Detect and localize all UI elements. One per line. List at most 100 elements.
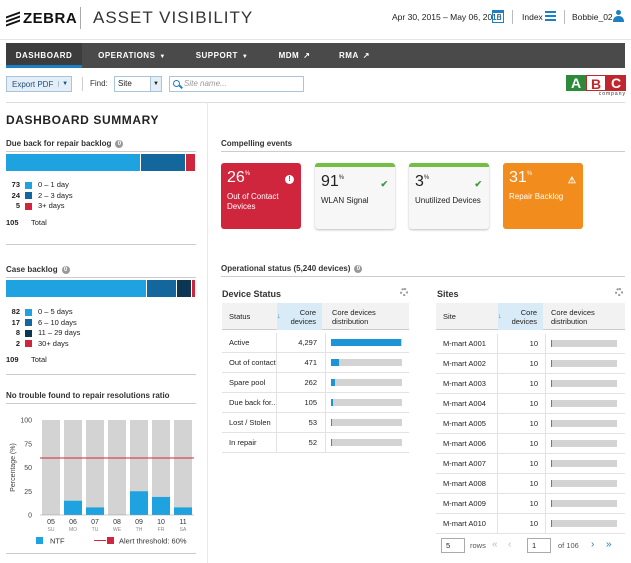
core-devices-count: 52: [308, 438, 317, 447]
col-site[interactable]: Site: [443, 303, 493, 330]
col-core-devices[interactable]: ↓ Core devices: [498, 303, 543, 330]
distribution-bar: [331, 439, 402, 446]
legend-row: 8 11 – 29 days: [6, 328, 81, 339]
nav-support-label: SUPPORT: [195, 51, 238, 60]
hamburger-menu-icon[interactable]: [545, 11, 556, 21]
next-page-icon[interactable]: ›: [591, 539, 594, 551]
event-card[interactable]: 91% WLAN Signal ✔: [315, 163, 395, 229]
stacked-bar-segment[interactable]: [6, 154, 140, 171]
user-avatar-icon[interactable]: [613, 10, 624, 22]
legend-label: 2 – 3 days: [38, 190, 73, 200]
company-logo-letter: B: [586, 75, 606, 92]
stacked-bar-segment[interactable]: [140, 154, 185, 171]
distribution-bar-fill: [551, 480, 552, 487]
event-unit: %: [423, 175, 430, 181]
site-cell: M-mart A002: [443, 359, 486, 368]
external-link-icon: ↗: [303, 51, 311, 60]
table-row[interactable]: M-mart A007 10: [436, 454, 625, 474]
info-icon[interactable]: 0: [115, 139, 124, 148]
distribution-bar: [551, 480, 617, 487]
table-row[interactable]: Lost / Stolen 53: [222, 413, 409, 433]
table-row[interactable]: Out of contact 471: [222, 353, 409, 373]
stacked-bar-segment[interactable]: [176, 280, 191, 297]
col-core-devices[interactable]: ↓ Core devices: [277, 303, 322, 330]
user-name[interactable]: Bobbie_02: [572, 12, 613, 22]
case-backlog-stacked-bar[interactable]: [6, 280, 196, 297]
sort-down-icon: ↓: [498, 313, 502, 320]
bar-background: [174, 420, 192, 515]
site-search-input[interactable]: Site name...: [169, 76, 304, 92]
core-devices-count: 10: [529, 439, 538, 448]
gear-icon[interactable]: [400, 288, 408, 296]
company-logo: A B C company: [566, 75, 626, 97]
zebra-logo[interactable]: ZEBRA: [6, 10, 77, 27]
nav-operations[interactable]: OPERATIONS ▼: [82, 43, 182, 68]
site-cell: M-mart A001: [443, 339, 486, 348]
stacked-bar-segment[interactable]: [191, 280, 195, 297]
col-distribution[interactable]: Core devices distribution: [332, 303, 407, 330]
nav-dashboard-label: DASHBOARD: [15, 51, 73, 60]
logo-text: ZEBRA: [23, 10, 78, 27]
nav-rma[interactable]: RMA ↗: [327, 43, 382, 68]
alert-circle-icon: !: [285, 175, 294, 184]
legend-swatch: [25, 319, 32, 327]
nav-mdm[interactable]: MDM ↗: [262, 43, 327, 68]
event-card[interactable]: 31% Repair Backlog ⚠: [503, 163, 583, 229]
ntf-legend-label: NTF: [50, 537, 65, 546]
table-row[interactable]: Due back for... 105: [222, 393, 409, 413]
company-logo-sub: company: [598, 91, 626, 97]
prev-page-icon[interactable]: ‹: [508, 539, 511, 551]
table-row[interactable]: M-mart A006 10: [436, 434, 625, 454]
table-row[interactable]: M-mart A009 10: [436, 494, 625, 514]
table-row[interactable]: M-mart A008 10: [436, 474, 625, 494]
core-devices-count: 53: [308, 418, 317, 427]
nav-support[interactable]: SUPPORT ▼: [182, 43, 262, 68]
toolbar-divider: [82, 77, 83, 91]
event-card[interactable]: 3% Unutilized Devices ✔: [409, 163, 489, 229]
event-value: 31%: [509, 169, 577, 187]
table-row[interactable]: M-mart A003 10: [436, 374, 625, 394]
table-row[interactable]: M-mart A001 10: [436, 334, 625, 354]
export-pdf-label: Export PDF: [12, 79, 54, 89]
distribution-bar-fill: [331, 359, 339, 366]
event-card[interactable]: 26% Out of Contact Devices!: [221, 163, 301, 229]
last-page-icon[interactable]: »: [606, 539, 612, 551]
gear-icon[interactable]: [615, 288, 623, 296]
table-row[interactable]: In repair 52: [222, 433, 409, 453]
due-back-stacked-bar[interactable]: [6, 154, 196, 171]
distribution-bar-fill: [551, 380, 552, 387]
table-row[interactable]: Active 4,297: [222, 333, 409, 353]
first-page-icon[interactable]: «: [492, 539, 498, 551]
legend-swatch: [25, 329, 32, 337]
core-devices-count: 10: [529, 399, 538, 408]
find-type-value: Site: [118, 79, 132, 88]
table-row[interactable]: M-mart A002 10: [436, 354, 625, 374]
x-tick-label: 07: [91, 519, 99, 526]
bar-background: [42, 420, 60, 515]
stacked-bar-segment[interactable]: [6, 280, 146, 297]
page-input[interactable]: 1: [527, 538, 551, 553]
legend-swatch: [25, 192, 32, 200]
company-logo-letter: C: [606, 75, 626, 91]
info-icon[interactable]: 0: [354, 264, 363, 273]
info-icon[interactable]: 0: [61, 265, 70, 274]
calendar-icon[interactable]: [492, 10, 504, 23]
bar-background: [86, 420, 104, 515]
rows-per-page-input[interactable]: 5: [441, 538, 465, 553]
stacked-bar-segment[interactable]: [185, 154, 195, 171]
table-row[interactable]: Spare pool 262: [222, 373, 409, 393]
table-row[interactable]: M-mart A004 10: [436, 394, 625, 414]
table-row[interactable]: M-mart A005 10: [436, 414, 625, 434]
find-type-select[interactable]: Site ▼: [114, 76, 162, 92]
table-row[interactable]: M-mart A010 10: [436, 514, 625, 534]
col-status[interactable]: Status: [229, 303, 279, 330]
index-label[interactable]: Index: [522, 12, 543, 22]
chevron-down-icon[interactable]: ▼: [58, 81, 71, 87]
export-pdf-button[interactable]: Export PDF ▼: [6, 76, 72, 92]
col-distribution[interactable]: Core devices distribution: [551, 303, 623, 330]
date-range[interactable]: Apr 30, 2015 – May 06, 2015: [392, 12, 502, 22]
stacked-bar-segment[interactable]: [146, 280, 176, 297]
event-value-number: 91: [321, 173, 339, 190]
nav-dashboard[interactable]: DASHBOARD: [6, 43, 82, 68]
top-bar: ZEBRA ASSET VISIBILITY Apr 30, 2015 – Ma…: [0, 0, 631, 40]
